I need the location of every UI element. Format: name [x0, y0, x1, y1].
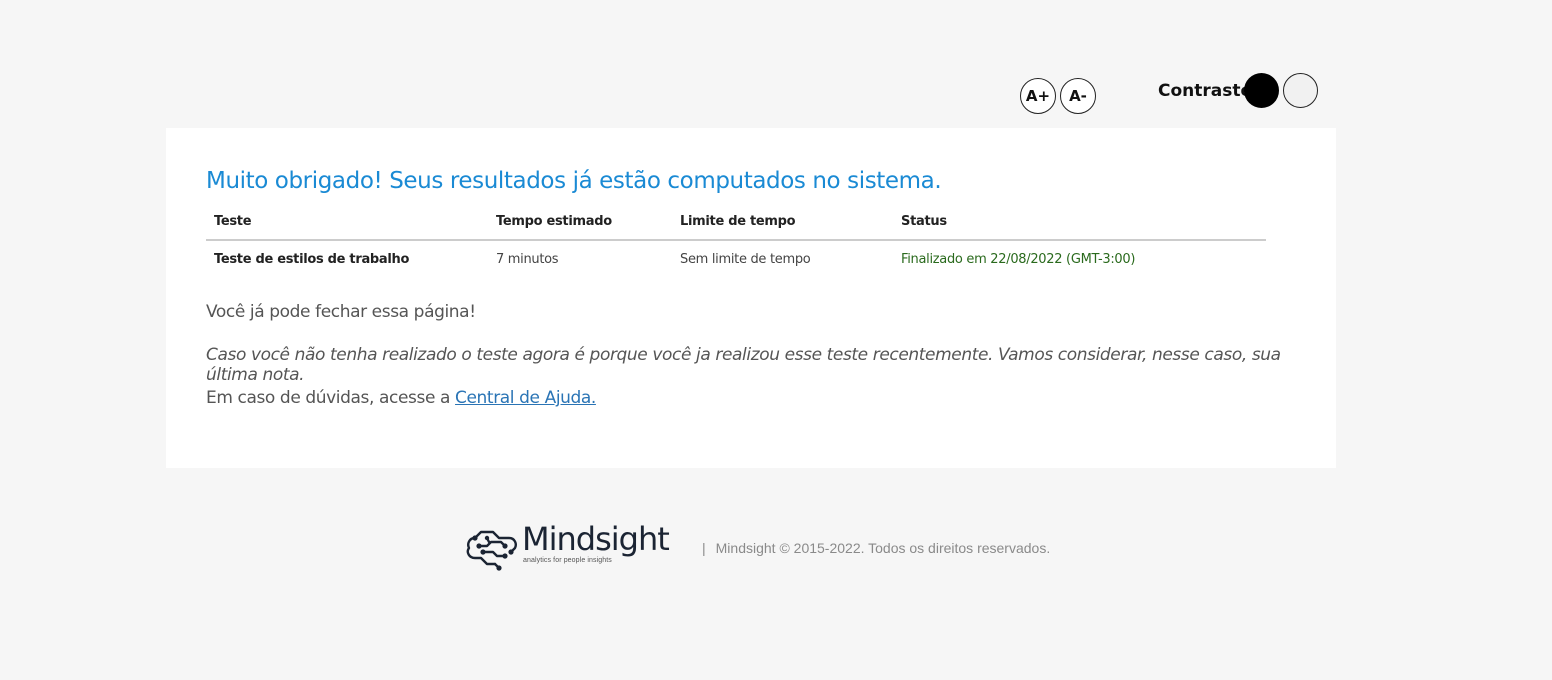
brain-circuit-icon [466, 530, 517, 571]
status-cell: Finalizado em 22/08/2022 (GMT-3:00) [901, 252, 1136, 267]
decrease-font-button[interactable]: A- [1060, 78, 1096, 114]
close-page-message: Você já pode fechar essa página! [206, 302, 476, 322]
column-header-test: Teste [206, 210, 488, 241]
results-table: Teste Tempo estimado Limite de tempo Sta… [206, 210, 1266, 277]
footer: Mindsight analytics for people insights … [0, 520, 1552, 580]
footer-separator: | [702, 540, 706, 556]
contrast-label: Contraste [1158, 81, 1253, 101]
recent-test-note: Caso você não tenha realizado o teste ag… [206, 345, 1281, 385]
help-message-prefix: Em caso de dúvidas, acesse a [206, 388, 456, 408]
estimated-time-cell: 7 minutos [496, 252, 559, 267]
column-header-estimated-time: Tempo estimado [488, 210, 672, 241]
column-header-status: Status [893, 210, 1266, 241]
increase-font-button[interactable]: A+ [1020, 78, 1056, 114]
help-center-link[interactable]: Central de Ajuda. [455, 388, 596, 408]
page-title: Muito obrigado! Seus resultados já estão… [206, 168, 942, 194]
contrast-light-button[interactable] [1283, 73, 1318, 108]
table-row: Teste de estilos de trabalho 7 minutos S… [206, 240, 1266, 277]
test-name-cell: Teste de estilos de trabalho [214, 252, 410, 267]
logo-wordmark: Mindsight [522, 520, 670, 558]
help-message: Em caso de dúvidas, acesse a Central de … [206, 388, 596, 408]
table-header-row: Teste Tempo estimado Limite de tempo Sta… [206, 210, 1266, 241]
contrast-dark-button[interactable] [1244, 73, 1279, 108]
time-limit-cell: Sem limite de tempo [680, 252, 811, 267]
copyright-text: | Mindsight © 2015-2022. Todos os direito… [702, 540, 1050, 556]
accessibility-toolbar: A+ A- Contraste [0, 73, 1552, 117]
logo-tagline: analytics for people insights [523, 557, 612, 564]
copyright-label: Mindsight © 2015-2022. Todos os direitos… [715, 540, 1051, 556]
mindsight-logo: Mindsight analytics for people insights [465, 520, 680, 572]
column-header-time-limit: Limite de tempo [672, 210, 893, 241]
result-card: Muito obrigado! Seus resultados já estão… [166, 128, 1336, 468]
